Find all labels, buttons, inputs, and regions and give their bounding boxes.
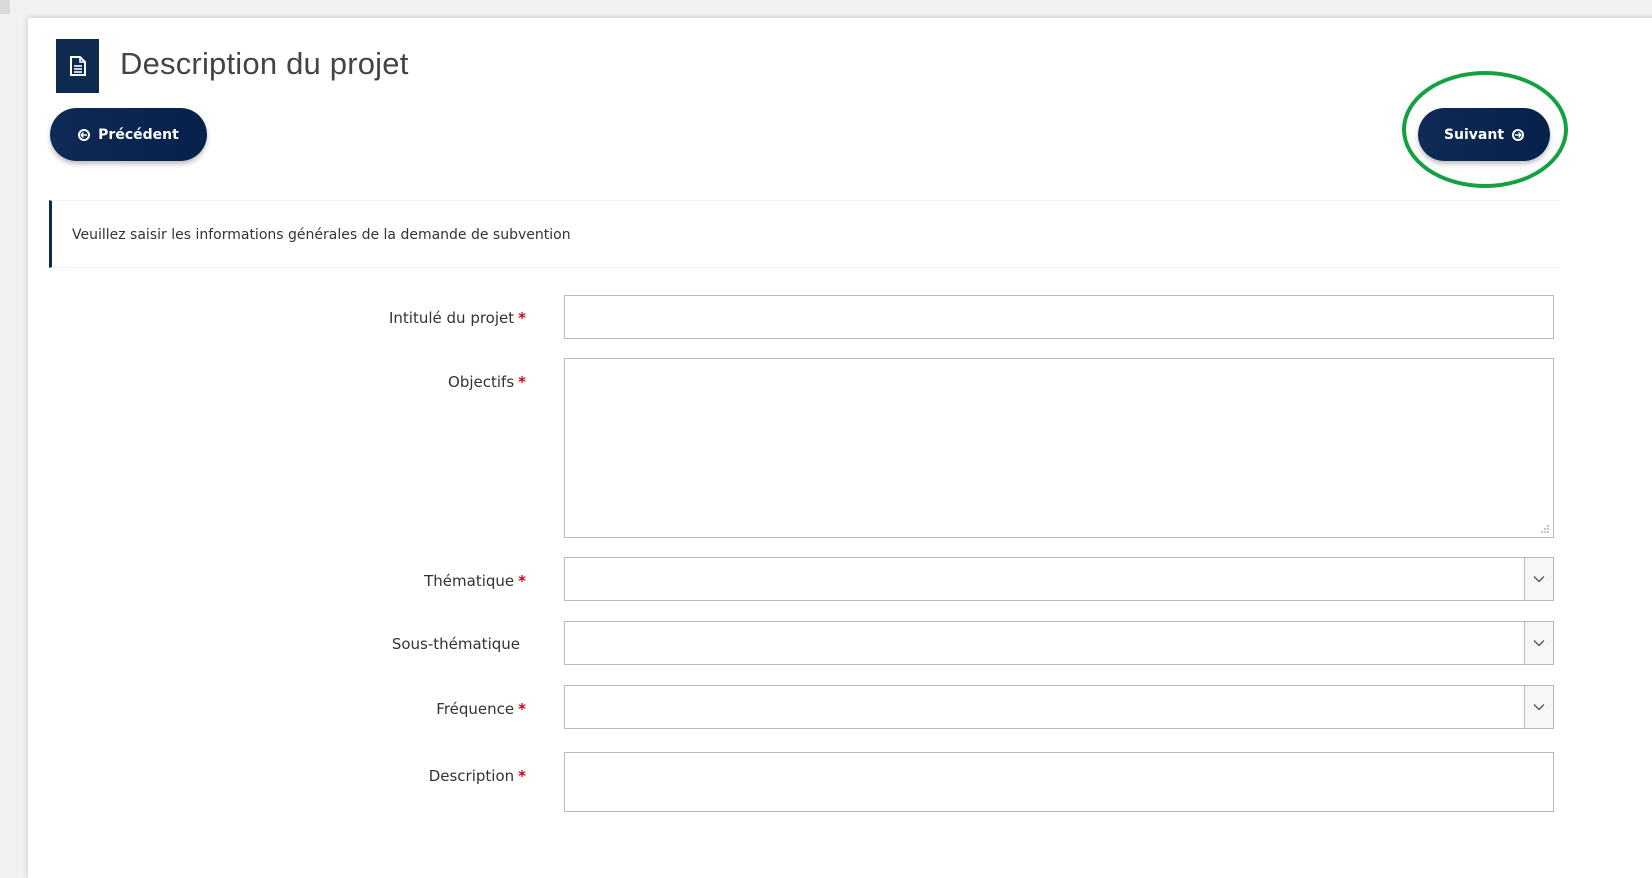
label-description-text: Description — [428, 767, 515, 785]
label-objectives: Objectifs * — [448, 373, 526, 391]
label-theme-text: Thématique — [424, 572, 515, 590]
objectives-textarea[interactable] — [564, 358, 1554, 538]
frequency-select[interactable] — [564, 685, 1554, 729]
chevron-down-icon[interactable] — [1524, 686, 1553, 728]
sub-theme-select[interactable] — [564, 621, 1554, 665]
label-sub-theme-text: Sous-thématique — [391, 635, 520, 653]
page-title: Description du projet — [120, 46, 409, 81]
required-mark: * — [518, 572, 526, 590]
circle-arrow-right-icon — [1512, 128, 1525, 141]
required-mark: * — [518, 309, 526, 327]
label-theme: Thématique * — [424, 572, 526, 590]
project-title-input[interactable] — [564, 295, 1554, 339]
chevron-down-icon[interactable] — [1524, 622, 1553, 664]
required-mark: * — [518, 700, 526, 718]
next-button[interactable]: Suivant — [1418, 108, 1550, 161]
label-sub-theme: Sous-thématique — [392, 635, 520, 653]
description-textarea[interactable] — [564, 752, 1554, 812]
label-description: Description * — [429, 767, 526, 785]
window-corner-mark — [0, 0, 10, 14]
info-panel: Veuillez saisir les informations général… — [49, 200, 1560, 268]
theme-select[interactable] — [564, 557, 1554, 601]
document-icon — [56, 39, 99, 93]
required-mark: * — [518, 767, 526, 785]
previous-button[interactable]: Précédent — [50, 108, 207, 161]
label-project-title: Intitulé du projet * — [389, 309, 526, 327]
previous-button-label: Précédent — [98, 126, 179, 143]
label-project-title-text: Intitulé du projet — [388, 309, 515, 327]
info-text: Veuillez saisir les informations général… — [72, 227, 571, 243]
next-button-label: Suivant — [1443, 126, 1505, 143]
label-frequency-text: Fréquence — [436, 700, 515, 718]
circle-arrow-left-icon — [78, 128, 91, 141]
chevron-down-icon[interactable] — [1524, 558, 1553, 600]
resize-grip-icon[interactable] — [1540, 524, 1550, 534]
label-frequency: Fréquence * — [436, 700, 526, 718]
required-mark: * — [518, 373, 526, 391]
label-objectives-text: Objectifs — [448, 373, 515, 391]
